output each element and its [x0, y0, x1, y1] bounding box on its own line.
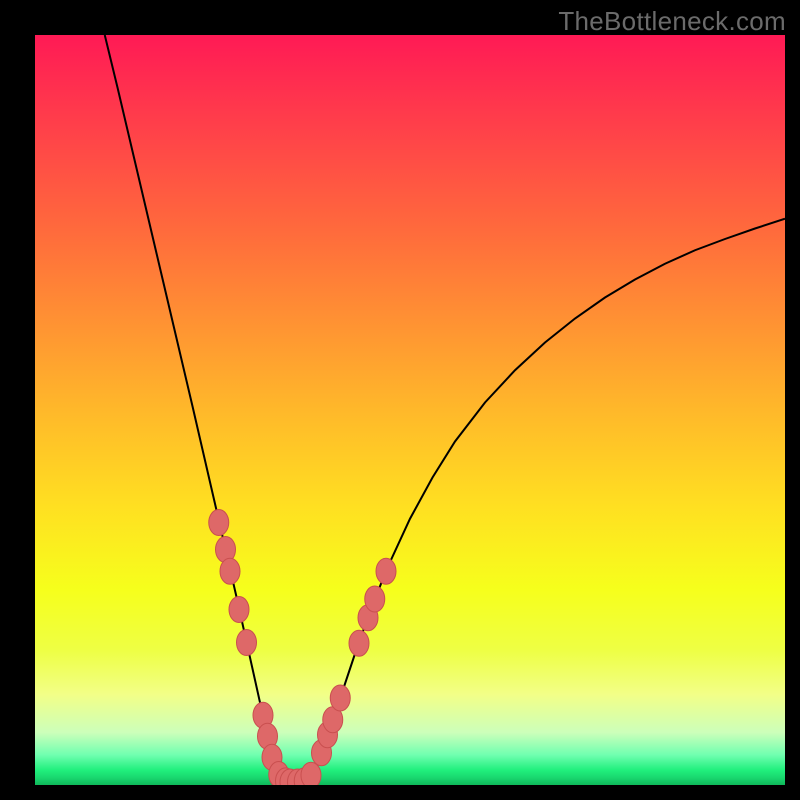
data-marker [365, 586, 385, 612]
data-markers [209, 510, 396, 786]
bottleneck-curve [105, 35, 785, 782]
data-marker [376, 558, 396, 584]
data-marker [349, 630, 369, 656]
data-marker [330, 685, 350, 711]
plot-area [35, 35, 785, 785]
data-marker [220, 558, 240, 584]
plot-svg [35, 35, 785, 785]
data-marker [301, 762, 321, 785]
data-marker [229, 597, 249, 623]
data-marker [237, 630, 257, 656]
data-marker [209, 510, 229, 536]
watermark-label: TheBottleneck.com [558, 6, 786, 37]
frame: TheBottleneck.com [0, 0, 800, 800]
